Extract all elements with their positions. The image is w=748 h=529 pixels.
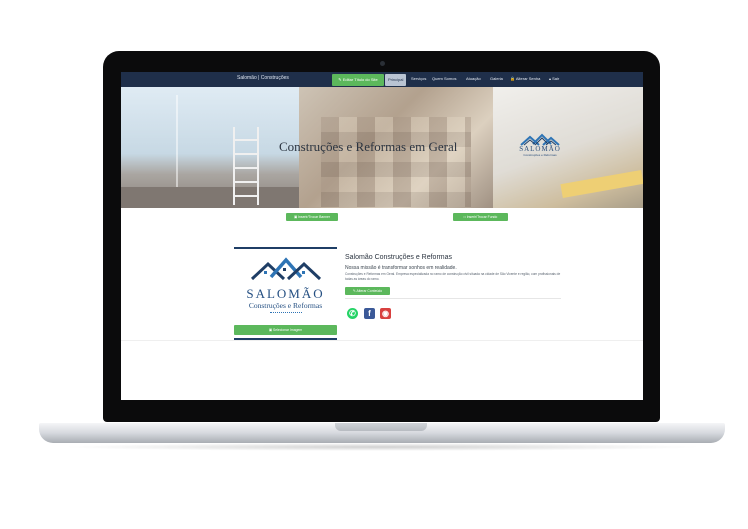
nav-item-sair[interactable]: ▴ Sair: [549, 76, 559, 81]
laptop-notch: [335, 423, 427, 431]
nav-item-alterar-senha[interactable]: 🔒 Alterar Senha: [510, 76, 540, 81]
edit-site-title-button[interactable]: ✎ Editar Título do Site: [332, 74, 384, 86]
page-divider: [121, 340, 643, 341]
webcam-icon: [380, 61, 385, 66]
nav-item-quem-somos[interactable]: Quem Somos: [432, 76, 456, 81]
company-logo-word: SALOMÃO: [246, 286, 325, 301]
company-mission: Nossa missão é transformar sonhos em rea…: [345, 265, 457, 271]
facebook-icon[interactable]: f: [364, 308, 375, 319]
banner-logo-subtitle: Construções e Reformas: [523, 153, 557, 157]
site-brand[interactable]: Salomão | Construções: [237, 75, 289, 81]
whatsapp-icon[interactable]: ✆: [347, 308, 358, 319]
change-banner-button[interactable]: ▣ Inserir/Trocar Banner: [286, 213, 338, 221]
company-description: Construções e Reformas em Geral. Empresa…: [345, 272, 561, 281]
house-logo-icon: [250, 257, 322, 281]
nav-item-servicos[interactable]: Serviços: [411, 76, 426, 81]
banner-logo-word: SALOMÃO: [519, 145, 561, 153]
section-divider: [345, 298, 561, 299]
company-name: Salomão Construções e Reformas: [345, 254, 452, 261]
laptop-shadow: [60, 443, 704, 451]
select-image-button[interactable]: ▣ Selecionar Imagem: [234, 325, 337, 335]
screen: Salomão | Construções ✎ Editar Título do…: [121, 72, 643, 400]
hero-banner: Construções e Reformas em Geral SALOMÃO …: [121, 87, 643, 208]
nav-item-principal[interactable]: Principal: [385, 74, 407, 86]
change-background-button[interactable]: □ Inserir/Trocar Fundo: [453, 213, 508, 221]
company-logo-subtitle: Construções e Reformas: [248, 301, 323, 310]
nav-item-atuacao[interactable]: Atuação: [466, 76, 481, 81]
instagram-icon[interactable]: ◉: [380, 308, 391, 319]
nav-item-galeria[interactable]: Galeria: [490, 76, 503, 81]
edit-content-button[interactable]: ✎ Alterar Conteúdo: [345, 287, 390, 295]
logo-divider: [270, 312, 302, 314]
banner-title: Construções e Reformas em Geral: [279, 139, 458, 154]
top-navbar: Salomão | Construções ✎ Editar Título do…: [121, 72, 643, 87]
